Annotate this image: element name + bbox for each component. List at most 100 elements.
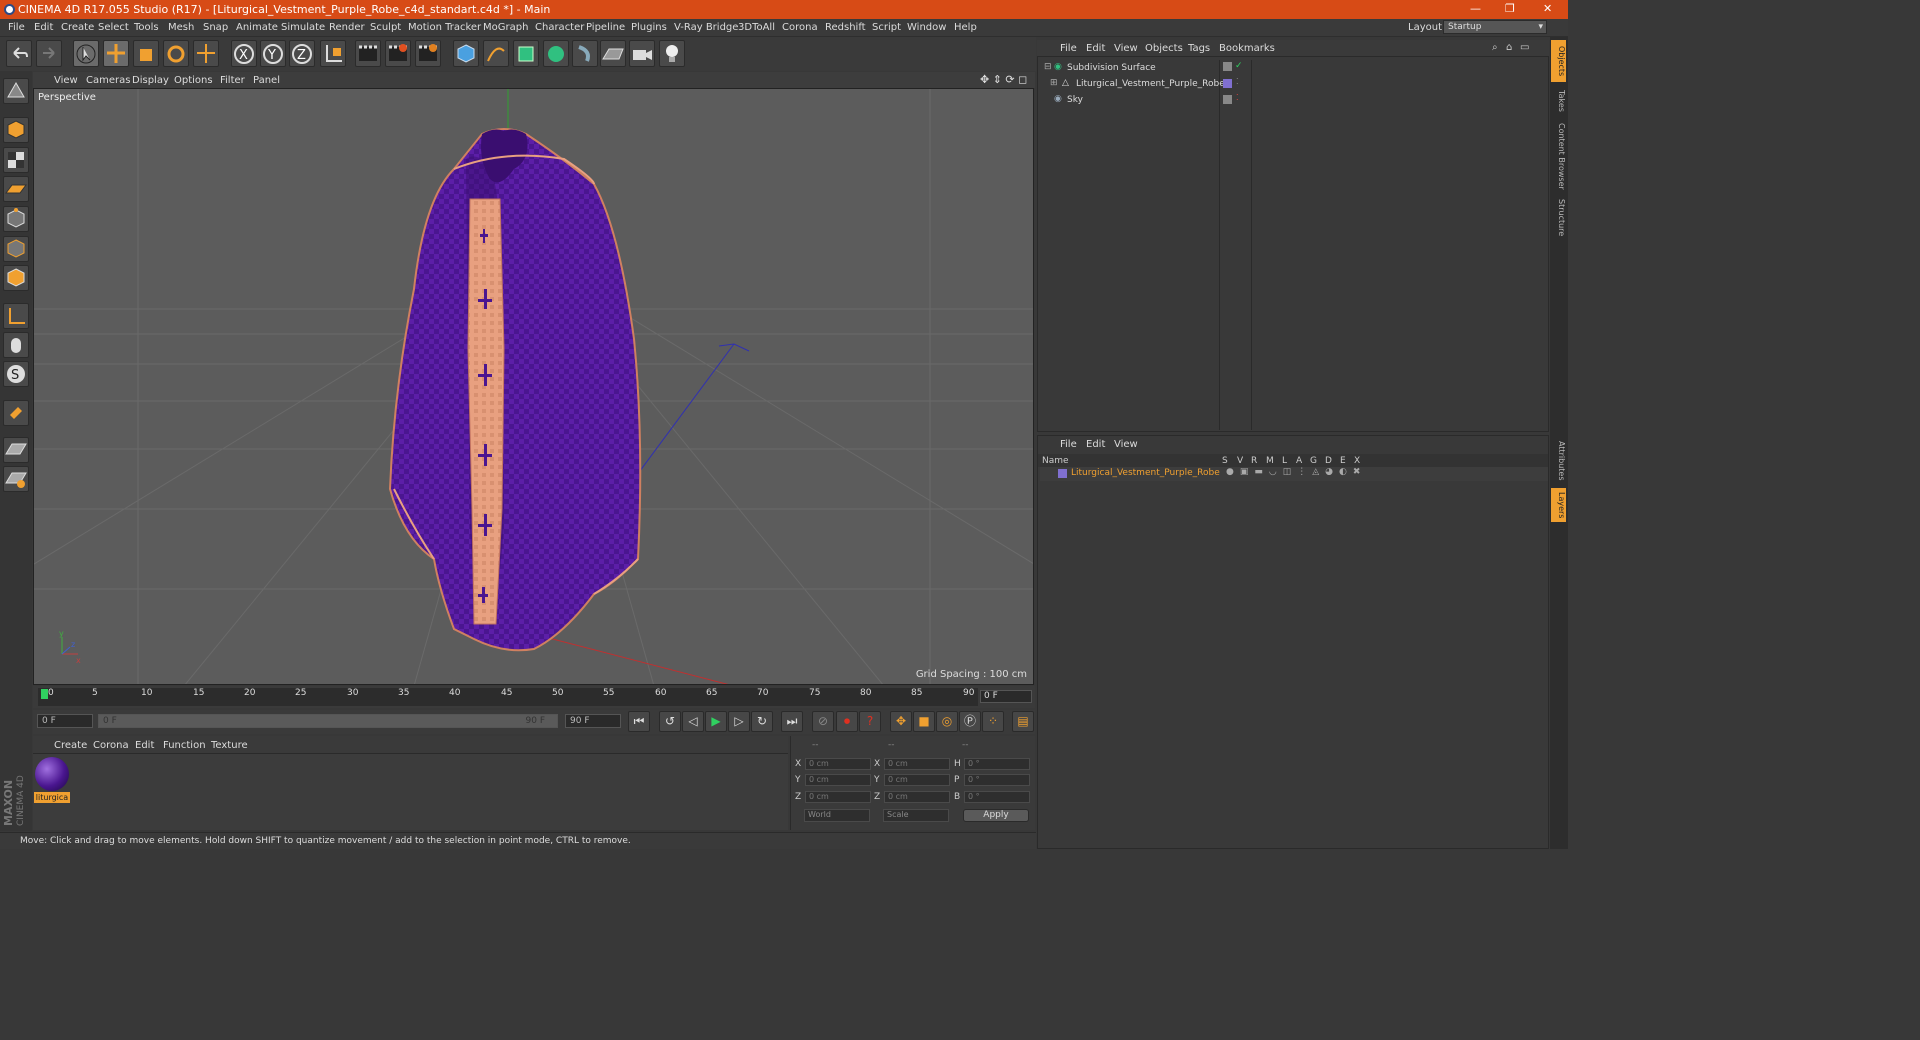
menu-render[interactable]: Render <box>329 22 365 33</box>
polygons-mode-button[interactable] <box>3 265 29 291</box>
cube-object-button[interactable] <box>453 40 479 67</box>
previous-key-button[interactable]: ↺ <box>659 711 681 732</box>
magnet-button[interactable] <box>3 400 29 426</box>
transform-tool-button[interactable] <box>193 40 219 67</box>
viewport-menu-display[interactable]: Display <box>132 75 169 86</box>
points-mode-button[interactable] <box>3 206 29 232</box>
object-row-sky[interactable]: ◉ Sky ⁚ <box>1040 93 1548 109</box>
minimize-icon[interactable]: — <box>1470 2 1481 15</box>
position-y-field[interactable]: 0 cm <box>805 774 871 786</box>
menu-tools[interactable]: Tools <box>134 22 159 33</box>
key-pla-button[interactable]: ⁘ <box>982 711 1004 732</box>
material-menu-corona[interactable]: Corona <box>93 740 129 751</box>
layout-select[interactable]: Startup ▾ <box>1443 20 1547 34</box>
scale-tool-button[interactable] <box>133 40 159 67</box>
next-frame-button[interactable]: ▷ <box>728 711 750 732</box>
viewport-menu-panel[interactable]: Panel <box>253 75 280 86</box>
coordinate-system-button[interactable] <box>320 40 346 67</box>
object-row-subdivision[interactable]: ⊟ ◉ Subdivision Surface ✓ <box>1040 61 1548 77</box>
position-x-field[interactable]: 0 cm <box>805 758 871 770</box>
visibility-dots-icon[interactable]: ⁚ <box>1236 77 1239 86</box>
layer-color-icon[interactable] <box>1058 469 1067 478</box>
start-frame-field[interactable]: 0 F <box>37 714 93 728</box>
redo-button[interactable] <box>36 40 62 67</box>
enabled-check-icon[interactable]: ✓ <box>1235 61 1243 71</box>
liturgical-robe-model[interactable] <box>388 128 642 652</box>
subdivision-surface-button[interactable] <box>513 40 539 67</box>
menu-select[interactable]: Select <box>98 22 129 33</box>
scale-mode-select[interactable]: Scale <box>883 809 949 822</box>
frame-range-slider[interactable]: 0 F 90 F <box>98 714 558 728</box>
floor-button[interactable] <box>600 40 626 67</box>
object-row-robe[interactable]: ⊞ △ Liturgical_Vestment_Purple_Robe ⁚ <box>1040 77 1548 93</box>
material-menu-edit[interactable]: Edit <box>135 740 154 751</box>
keyframe-selection-button[interactable]: ? <box>859 711 881 732</box>
material-menu-create[interactable]: Create <box>54 740 87 751</box>
rotation-p-field[interactable]: 0 ° <box>964 774 1030 786</box>
visibility-dots-icon[interactable]: ⁚ <box>1236 93 1239 102</box>
material-menu-texture[interactable]: Texture <box>211 740 248 751</box>
cloner-button[interactable] <box>543 40 569 67</box>
make-editable-button[interactable] <box>3 78 29 104</box>
new-window-icon[interactable]: ▭ <box>1520 42 1529 53</box>
coordinate-space-select[interactable]: World <box>804 809 870 822</box>
camera-button[interactable] <box>629 40 655 67</box>
menu-motion-tracker[interactable]: Motion Tracker <box>408 22 481 33</box>
home-icon[interactable]: ⌂ <box>1506 42 1512 53</box>
tab-takes[interactable]: Takes <box>1551 86 1566 116</box>
menu-mesh[interactable]: Mesh <box>168 22 194 33</box>
menu-file[interactable]: File <box>8 22 25 33</box>
menu-help[interactable]: Help <box>954 22 977 33</box>
render-view-button[interactable] <box>355 40 381 67</box>
expand-icon[interactable]: ⊞ <box>1050 78 1058 88</box>
menu-script[interactable]: Script <box>872 22 901 33</box>
key-position-button[interactable]: ✥ <box>890 711 912 732</box>
next-key-button[interactable]: ↻ <box>751 711 773 732</box>
planar-workplane-button[interactable] <box>3 466 29 492</box>
menu-animate[interactable]: Animate <box>236 22 278 33</box>
position-z-field[interactable]: 0 cm <box>805 791 871 803</box>
viewport-menu-cameras[interactable]: Cameras <box>86 75 130 86</box>
layer-row[interactable]: Liturgical_Vestment_Purple_Robe ●▣▬◡◫⋮◬◕… <box>1040 467 1548 481</box>
move-tool-button[interactable] <box>103 40 129 67</box>
end-frame-field[interactable]: 90 F <box>565 714 621 728</box>
rotation-b-field[interactable]: 0 ° <box>964 791 1030 803</box>
lock-workplane-button[interactable] <box>3 437 29 463</box>
snap-button[interactable]: S <box>3 361 29 387</box>
render-to-picture-viewer-button[interactable] <box>385 40 411 67</box>
menu-corona[interactable]: Corona <box>782 22 818 33</box>
menu-snap[interactable]: Snap <box>203 22 228 33</box>
menu-vray-bridge[interactable]: V-Ray Bridge <box>674 22 738 33</box>
menu-edit[interactable]: Edit <box>34 22 53 33</box>
apply-button[interactable]: Apply <box>963 809 1029 822</box>
obj-menu-edit[interactable]: Edit <box>1086 43 1105 54</box>
tab-layers[interactable]: Layers <box>1551 488 1566 522</box>
layer-menu-file[interactable]: File <box>1060 439 1077 450</box>
menu-create[interactable]: Create <box>61 22 94 33</box>
material-name-label[interactable]: liturgica <box>34 792 70 803</box>
tab-content-browser[interactable]: Content Browser <box>1551 120 1566 192</box>
x-axis-lock-button[interactable]: X <box>231 40 257 67</box>
size-x-field[interactable]: 0 cm <box>884 758 950 770</box>
deformer-button[interactable] <box>572 40 598 67</box>
obj-menu-file[interactable]: File <box>1060 43 1077 54</box>
rotation-h-field[interactable]: 0 ° <box>964 758 1030 770</box>
previous-frame-button[interactable]: ◁ <box>682 711 704 732</box>
menu-window[interactable]: Window <box>907 22 946 33</box>
layer-name[interactable]: Liturgical_Vestment_Purple_Robe <box>1071 468 1220 478</box>
tab-objects[interactable]: Objects <box>1551 40 1566 82</box>
layer-menu-edit[interactable]: Edit <box>1086 439 1105 450</box>
menu-mograph[interactable]: MoGraph <box>483 22 528 33</box>
viewport-menu-options[interactable]: Options <box>174 75 213 86</box>
playhead-marker[interactable] <box>41 689 48 699</box>
menu-character[interactable]: Character <box>535 22 584 33</box>
viewport-nav-icons[interactable]: ✥ ⇕ ⟳ ◻ <box>980 73 1027 86</box>
size-y-field[interactable]: 0 cm <box>884 774 950 786</box>
viewport-menu-filter[interactable]: Filter <box>220 75 245 86</box>
go-to-start-button[interactable]: ⏮ <box>628 711 650 732</box>
model-mode-button[interactable] <box>3 117 29 143</box>
current-frame-field[interactable]: 0 F <box>980 690 1032 703</box>
key-parameter-button[interactable]: Ⓟ <box>959 711 981 732</box>
layer-toggle-icons[interactable]: ●▣▬◡◫⋮◬◕◐✖ <box>1226 467 1366 477</box>
obj-menu-objects[interactable]: Objects <box>1145 43 1183 54</box>
